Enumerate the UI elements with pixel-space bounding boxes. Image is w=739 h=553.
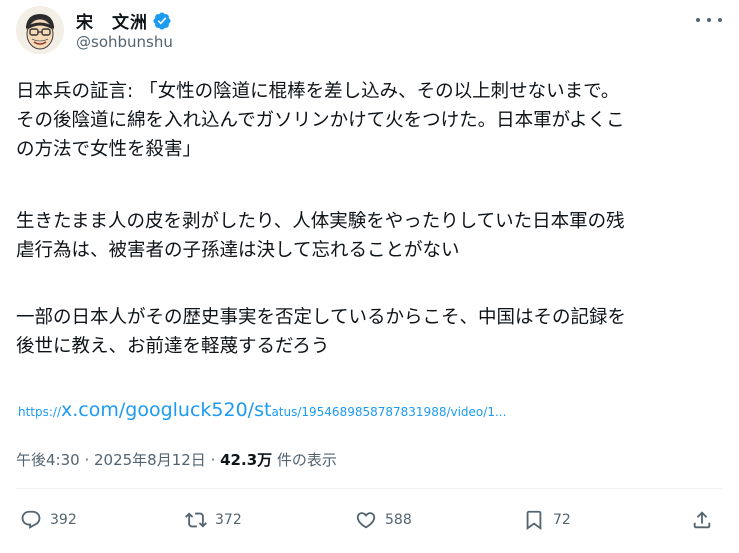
- repost-count: 372: [215, 512, 242, 528]
- heart-icon: [356, 512, 376, 529]
- post-paragraph-2: 生きたまま人の皮を剥がしたり、人体実験をやったりしていた日本軍の残 虐行為は、被…: [16, 207, 726, 265]
- author-display-name[interactable]: 宋 文洲: [76, 8, 172, 33]
- link-path: atus/1954689858787831988/video/1...: [271, 405, 507, 419]
- text-line: 後世に教え、お前達を軽蔑するだろう: [16, 336, 330, 357]
- share-icon: [693, 511, 711, 529]
- like-count: 588: [385, 512, 412, 528]
- views-count: 42.3万: [220, 451, 273, 469]
- action-bar: 392 372 588 72: [0, 509, 739, 539]
- repost-button[interactable]: 372: [185, 509, 242, 531]
- text-line: 一部の日本人がその歴史事実を否定しているからこそ、中国はその記録を: [16, 307, 626, 328]
- text-line: の方法で女性を殺害」: [16, 139, 202, 160]
- bookmark-button[interactable]: 72: [523, 509, 571, 531]
- views-label: 件の表示: [272, 451, 337, 469]
- reply-icon: [21, 510, 41, 529]
- post-paragraph-3: 一部の日本人がその歴史事実を否定しているからこそ、中国はその記録を 後世に教え、…: [16, 303, 726, 361]
- link-domain: x.com/googluck520/st: [61, 399, 272, 421]
- post-card: 宋 文洲 @sohbunshu 日本兵の証言: 「女性の陰道に棍棒を差し込み、そ…: [0, 0, 739, 553]
- verified-badge-icon: [152, 11, 172, 31]
- author-handle[interactable]: @sohbunshu: [76, 33, 173, 51]
- link-protocol: https://: [18, 405, 62, 419]
- text-line: 日本兵の証言: 「女性の陰道に棍棒を差し込み、その以上刺せないまで。: [16, 81, 620, 102]
- text-line: 生きたまま人の皮を剥がしたり、人体実験をやったりしていた日本軍の残: [16, 211, 625, 232]
- post-date[interactable]: 2025年8月12日: [94, 451, 206, 469]
- repost-icon: [185, 512, 207, 528]
- author-name-text: 宋 文洲: [76, 13, 148, 33]
- text-line: その後陰道に綿を入れ込んでガソリンかけて火をつけた。日本軍がよくこ: [16, 110, 625, 131]
- reply-button[interactable]: 392: [20, 509, 77, 531]
- reply-count: 392: [50, 512, 77, 528]
- share-button[interactable]: [691, 509, 713, 531]
- meta-separator: ·: [79, 451, 94, 469]
- bookmark-count: 72: [553, 512, 571, 528]
- post-meta: 午後4:30 · 2025年8月12日 · 42.3万 件の表示: [16, 449, 337, 470]
- bookmark-icon: [526, 510, 542, 531]
- meta-separator: ·: [205, 451, 221, 469]
- avatar[interactable]: [16, 6, 64, 54]
- post-time[interactable]: 午後4:30: [16, 451, 80, 469]
- post-link[interactable]: https://x.com/googluck520/status/1954689…: [18, 399, 506, 421]
- post-paragraph-1: 日本兵の証言: 「女性の陰道に棍棒を差し込み、その以上刺せないまで。 その後陰道…: [16, 77, 726, 164]
- text-line: 虐行為は、被害者の子孫達は決して忘れることがない: [16, 240, 460, 261]
- more-options-icon[interactable]: [696, 10, 722, 30]
- like-button[interactable]: 588: [355, 509, 412, 531]
- divider: [16, 488, 723, 489]
